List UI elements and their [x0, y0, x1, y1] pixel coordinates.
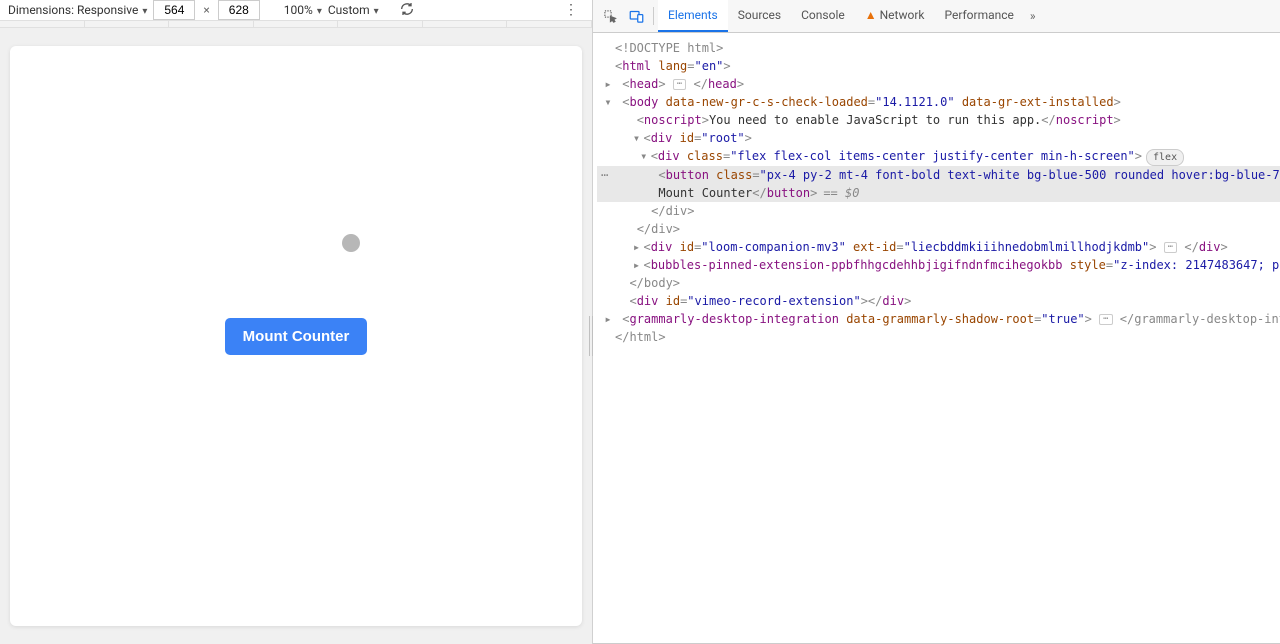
height-input[interactable] [218, 0, 260, 20]
dom-line-selected[interactable]: ⋯ <button class="px-4 py-2 mt-4 font-bol… [597, 166, 1280, 184]
dom-line[interactable]: ▸<div id="loom-companion-mv3" ext-id="li… [597, 238, 1280, 256]
inspect-element-icon[interactable] [597, 3, 623, 29]
width-input[interactable] [153, 0, 195, 20]
dom-line[interactable]: ▸ <grammarly-desktop-integration data-gr… [597, 310, 1280, 328]
dom-line[interactable]: </div> [597, 202, 1280, 220]
preview-area: Mount Counter [0, 28, 592, 644]
dom-line[interactable]: ▸<bubbles-pinned-extension-ppbfhhgcdehhb… [597, 256, 1280, 274]
warning-icon: ▲ [865, 8, 877, 22]
devtools-toolbar: Elements Sources Console ▲Network Perfor… [593, 0, 1280, 33]
tabs-overflow-icon[interactable]: » [1024, 9, 1042, 23]
dimensions-dropdown[interactable]: Dimensions: Responsive [8, 3, 147, 17]
dom-line[interactable]: ▾<div class="flex flex-col items-center … [597, 147, 1280, 166]
zoom-dropdown[interactable]: 100% [284, 3, 322, 17]
rotate-icon[interactable] [399, 1, 415, 20]
tab-console[interactable]: Console [791, 0, 855, 32]
cursor-indicator [342, 234, 360, 252]
dom-line[interactable]: </div> [597, 220, 1280, 238]
dom-line-selected[interactable]: Mount Counter</button>== $0 [597, 184, 1280, 202]
dom-line[interactable]: </body> [597, 274, 1280, 292]
dom-line[interactable]: <html lang="en"> [597, 57, 1280, 75]
dom-line[interactable]: ▾ <body data-new-gr-c-s-check-loaded="14… [597, 93, 1280, 111]
resize-handle[interactable] [588, 316, 594, 356]
dimension-separator: × [201, 3, 211, 17]
device-toolbar: Dimensions: Responsive × 100% Custom ⋮ [0, 0, 592, 21]
tab-performance[interactable]: Performance [934, 0, 1023, 32]
dom-line[interactable]: </html> [597, 328, 1280, 346]
devtools-panel: Elements Sources Console ▲Network Perfor… [593, 0, 1280, 644]
throttle-dropdown[interactable]: Custom [328, 3, 379, 17]
dom-line[interactable]: ▸ <head> ⋯ </head> [597, 75, 1280, 93]
device-preview-panel: Dimensions: Responsive × 100% Custom ⋮ M… [0, 0, 593, 644]
device-toggle-icon[interactable] [623, 3, 649, 29]
dom-tree[interactable]: <!DOCTYPE html> <html lang="en"> ▸ <head… [593, 33, 1280, 643]
dom-line[interactable]: <!DOCTYPE html> [597, 39, 1280, 57]
devtools-window: Dimensions: Responsive × 100% Custom ⋮ M… [0, 0, 1280, 644]
ruler [0, 21, 592, 28]
tab-network[interactable]: ▲Network [855, 0, 935, 32]
devtools-tabs: Elements Sources Console ▲Network Perfor… [658, 0, 1042, 32]
toolbar-divider [653, 7, 654, 25]
tab-sources[interactable]: Sources [728, 0, 791, 32]
preview-frame: Mount Counter [10, 46, 582, 626]
kebab-menu-icon[interactable]: ⋮ [558, 2, 584, 18]
dom-line[interactable]: ▾<div id="root"> [597, 129, 1280, 147]
mount-counter-button[interactable]: Mount Counter [225, 318, 368, 355]
dom-line[interactable]: <noscript>You need to enable JavaScript … [597, 111, 1280, 129]
dom-line[interactable]: <div id="vimeo-record-extension"></div> [597, 292, 1280, 310]
tab-elements[interactable]: Elements [658, 0, 728, 32]
